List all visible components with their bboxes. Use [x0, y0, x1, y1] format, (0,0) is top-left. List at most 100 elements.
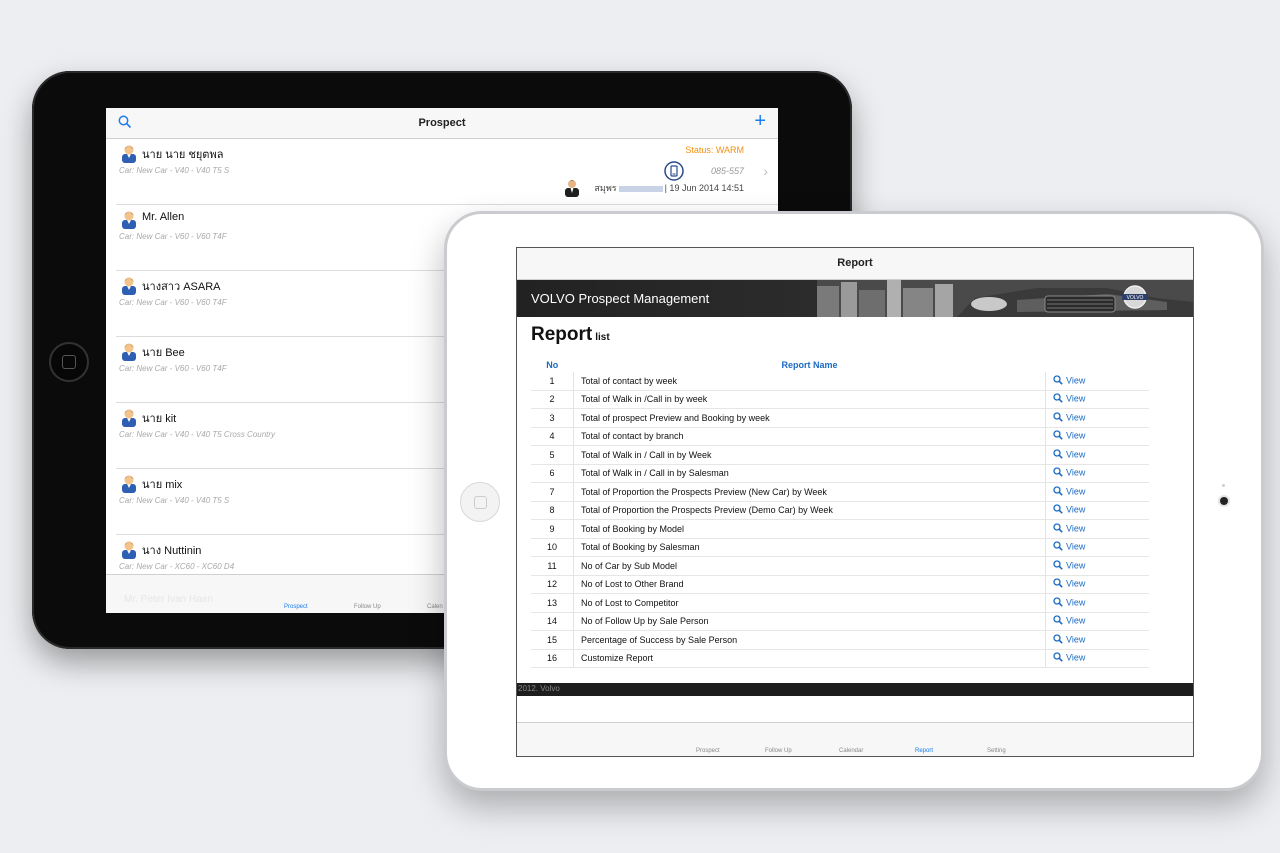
banner-title: VOLVO Prospect Management — [531, 291, 710, 306]
tab-report[interactable]: Report — [915, 748, 933, 754]
view-label: View — [1066, 523, 1086, 534]
report-table: No Report Name 1 Total of contact by week… — [531, 358, 1149, 668]
prospect-car: Car: New Car - XC60 - XC60 D4 — [119, 562, 235, 571]
view-label: View — [1066, 652, 1086, 663]
report-name: No of Follow Up by Sale Person — [573, 612, 1046, 631]
view-link[interactable]: View — [1045, 612, 1149, 631]
table-row: 8 Total of Proportion the Prospects Previ… — [531, 501, 1149, 520]
table-row: 12 No of Lost to Other Brand View — [531, 575, 1149, 594]
view-link[interactable]: View — [1045, 630, 1149, 650]
view-link[interactable]: View — [1045, 445, 1149, 465]
table-row: 10 Total of Booking by Salesman View — [531, 538, 1149, 557]
person-icon — [120, 341, 138, 366]
view-link[interactable]: View — [1045, 649, 1149, 668]
magnifier-icon — [1053, 578, 1063, 590]
tab-prospect[interactable]: Prospect — [696, 748, 720, 754]
person-icon — [120, 143, 138, 168]
view-label: View — [1066, 615, 1086, 626]
magnifier-icon — [1053, 486, 1063, 498]
report-name: Total of contact by branch — [573, 427, 1046, 446]
report-name: Total of Proportion the Prospects Previe… — [573, 501, 1046, 520]
view-link[interactable]: View — [1045, 593, 1149, 613]
magnifier-icon — [1053, 449, 1063, 461]
report-no: 6 — [531, 464, 574, 483]
tab-follow-up[interactable]: Follow Up — [354, 604, 381, 610]
magnifier-icon — [1053, 430, 1063, 442]
report-name: Total of Walk in / Call in by Week — [573, 445, 1046, 465]
view-label: View — [1066, 393, 1086, 404]
home-button[interactable] — [49, 342, 89, 382]
report-no: 8 — [531, 501, 574, 520]
prospect-name: นาย นาย ชยุตพล — [142, 149, 224, 161]
svg-text:VOLVO: VOLVO — [1127, 295, 1144, 301]
salesman-meta: สมุพร | 19 Jun 2014 14:51 — [594, 181, 744, 195]
view-link[interactable]: View — [1045, 501, 1149, 520]
view-label: View — [1066, 375, 1086, 386]
magnifier-icon — [1053, 412, 1063, 424]
search-icon[interactable] — [118, 115, 132, 134]
car-banner-image: VOLVO — [817, 280, 1193, 317]
chevron-right-icon[interactable]: › — [763, 163, 768, 179]
view-link[interactable]: View — [1045, 482, 1149, 502]
view-link[interactable]: View — [1045, 427, 1149, 446]
view-link[interactable]: View — [1045, 372, 1149, 391]
report-no: 2 — [531, 390, 574, 409]
view-label: View — [1066, 449, 1086, 460]
table-row: 16 Customize Report View — [531, 649, 1149, 668]
report-name: Total of Proportion the Prospects Previe… — [573, 482, 1046, 502]
view-link[interactable]: View — [1045, 519, 1149, 539]
view-label: View — [1066, 412, 1086, 423]
tab-calendar[interactable]: Calen — [427, 604, 443, 610]
view-label: View — [1066, 560, 1086, 571]
view-label: View — [1066, 486, 1086, 497]
table-row: 14 No of Follow Up by Sale Person View — [531, 612, 1149, 631]
person-icon — [120, 539, 138, 564]
prospect-car: Car: New Car - V60 - V60 T4F — [119, 364, 227, 373]
add-prospect-icon[interactable]: + — [754, 111, 766, 131]
report-screen: Report VOLVO VOLVO Prospect Management R… — [516, 247, 1194, 757]
prospect-name: นาย kit — [142, 413, 177, 425]
tab-follow-up[interactable]: Follow Up — [765, 748, 792, 754]
prospect-car: Car: New Car - V60 - V60 T4F — [119, 298, 227, 307]
footer-bar: 2012. Volvo — [517, 683, 1193, 696]
prospect-name: นาง Nuttinin — [142, 545, 202, 557]
magnifier-icon — [1053, 634, 1063, 646]
tab-setting[interactable]: Setting — [987, 748, 1006, 754]
table-row: 4 Total of contact by branch View — [531, 427, 1149, 446]
prospect-car: Car: New Car - V60 - V60 T4F — [119, 232, 227, 241]
prospect-car: Car: New Car - V40 - V40 T5 S — [119, 166, 230, 175]
ipad-white-device: Report VOLVO VOLVO Prospect Management R… — [444, 211, 1264, 791]
col-view-header — [1046, 358, 1150, 372]
report-no: 7 — [531, 482, 574, 502]
view-link[interactable]: View — [1045, 390, 1149, 409]
report-no: 5 — [531, 445, 574, 465]
tab-calendar[interactable]: Calendar — [839, 748, 863, 754]
sensor — [1222, 484, 1225, 487]
magnifier-icon — [1053, 375, 1063, 387]
table-row: 11 No of Car by Sub Model View — [531, 556, 1149, 576]
view-link[interactable]: View — [1045, 556, 1149, 576]
report-no: 11 — [531, 556, 574, 576]
view-link[interactable]: View — [1045, 464, 1149, 483]
view-link[interactable]: View — [1045, 538, 1149, 557]
view-link[interactable]: View — [1045, 408, 1149, 428]
status-badge: Status: WARM — [685, 145, 744, 155]
report-no: 16 — [531, 649, 574, 668]
table-row: 15 Percentage of Success by Sale Person Vi… — [531, 630, 1149, 650]
person-icon — [120, 209, 138, 234]
report-name: Total of prospect Preview and Booking by… — [573, 408, 1046, 428]
prospect-car: Car: New Car - V40 - V40 T5 S — [119, 496, 230, 505]
view-link[interactable]: View — [1045, 575, 1149, 594]
view-label: View — [1066, 578, 1086, 589]
magnifier-icon — [1053, 504, 1063, 516]
report-no: 13 — [531, 593, 574, 613]
table-row: 1 Total of contact by week View — [531, 372, 1149, 391]
tab-prospect[interactable]: Prospect — [284, 604, 308, 610]
table-header-row: No Report Name — [531, 358, 1149, 372]
contact-date: | 19 Jun 2014 14:51 — [664, 183, 744, 193]
magnifier-icon — [1053, 560, 1063, 572]
table-row: 3 Total of prospect Preview and Booking b… — [531, 408, 1149, 428]
prospect-name: นางสาว ASARA — [142, 281, 221, 293]
home-button[interactable] — [460, 482, 500, 522]
prospect-row[interactable]: นาย นาย ชยุตพล Car: New Car - V40 - V40 T… — [116, 139, 778, 205]
